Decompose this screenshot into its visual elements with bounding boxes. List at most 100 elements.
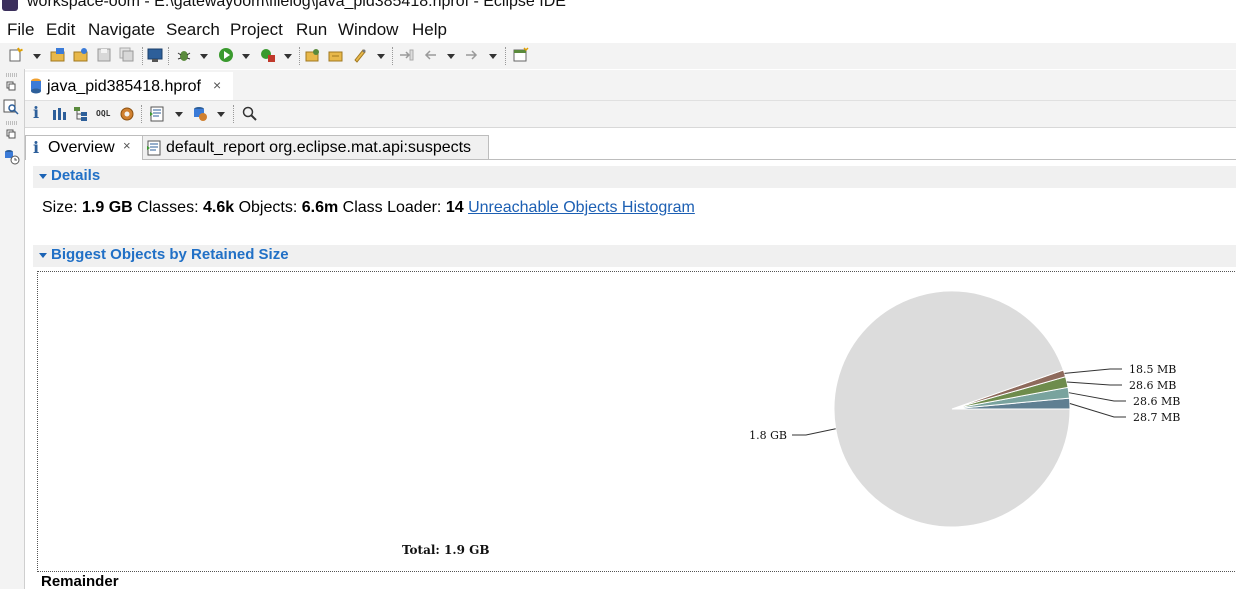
objects-label: Objects: bbox=[238, 199, 298, 216]
pie-leader-line bbox=[1068, 392, 1126, 402]
search-pen-icon[interactable] bbox=[352, 47, 368, 63]
info-icon: i bbox=[33, 138, 40, 157]
console-icon[interactable] bbox=[147, 47, 163, 63]
left-trim-stack bbox=[0, 69, 25, 589]
menu-window[interactable]: Window bbox=[338, 18, 398, 42]
classes-value: 4.6k bbox=[202, 199, 235, 216]
new-icon[interactable] bbox=[8, 47, 24, 63]
menu-project[interactable]: Project bbox=[230, 18, 283, 42]
save-icon[interactable] bbox=[96, 47, 112, 63]
inspector-view-icon[interactable] bbox=[3, 99, 19, 115]
close-tab-icon[interactable]: × bbox=[123, 138, 131, 153]
pie-slice[interactable] bbox=[833, 290, 1071, 528]
toolbar-separator bbox=[168, 47, 170, 65]
retained-size-pie-chart[interactable]: 28.7 MB 28.6 MB 28.6 MB 18.5 MB 1.8 GB Total:… bbox=[38, 272, 1236, 571]
report-icon bbox=[147, 140, 161, 156]
window-title: workspace-oom - E:\gatewayoom\filelog\ja… bbox=[27, 0, 566, 10]
editor-tab-bar: java_pid385418.hprof × bbox=[25, 70, 1236, 100]
back-arrow-icon[interactable] bbox=[422, 47, 438, 63]
pie-slice-label: 28.6 MB bbox=[1129, 379, 1176, 392]
dominator-tree-icon[interactable] bbox=[73, 106, 89, 122]
objects-value: 6.6m bbox=[301, 199, 339, 216]
oql-icon[interactable]: OQL bbox=[96, 109, 110, 118]
collapse-triangle-icon[interactable] bbox=[39, 174, 47, 179]
close-tab-icon[interactable]: × bbox=[213, 77, 221, 93]
restore-icon[interactable] bbox=[6, 129, 16, 139]
open-folder-icon[interactable] bbox=[50, 47, 66, 63]
save-all-icon[interactable] bbox=[119, 47, 135, 63]
pie-leader-line bbox=[1064, 368, 1122, 374]
forward-dropdown-icon[interactable] bbox=[489, 54, 497, 59]
class-loader-value: 14 bbox=[445, 199, 464, 216]
classes-label: Classes: bbox=[137, 199, 199, 216]
biggest-objects-section-header[interactable]: Biggest Objects by Retained Size bbox=[33, 245, 1236, 267]
open-perspective-icon[interactable] bbox=[513, 47, 529, 63]
editor-tab-label: java_pid385418.hprof bbox=[47, 78, 201, 95]
menu-help[interactable]: Help bbox=[412, 18, 447, 42]
reports-icon[interactable] bbox=[149, 106, 165, 122]
menu-navigate[interactable]: Navigate bbox=[88, 18, 155, 42]
pie-slice-label: 28.6 MB bbox=[1133, 395, 1180, 408]
tab-overview-label: Overview bbox=[48, 139, 115, 156]
tab-default-report[interactable]: default_report org.eclipse.mat.api:suspe… bbox=[142, 135, 489, 159]
debug-dropdown-icon[interactable] bbox=[200, 54, 208, 59]
menu-search[interactable]: Search bbox=[166, 18, 220, 42]
editor-content: i Overview × default_report org.eclipse.… bbox=[25, 127, 1236, 590]
query-browser-icon[interactable] bbox=[192, 106, 208, 122]
open-resource-icon[interactable] bbox=[328, 47, 344, 63]
trim-handle-icon[interactable] bbox=[6, 73, 18, 77]
tab-report-label: default_report org.eclipse.mat.api:suspe… bbox=[166, 139, 472, 156]
toolbar-separator bbox=[233, 105, 235, 123]
main-toolbar bbox=[0, 43, 1236, 69]
pie-leader-line bbox=[1069, 403, 1126, 418]
pie-slice-label: 28.7 MB bbox=[1133, 411, 1180, 424]
external-tools-dropdown-icon[interactable] bbox=[284, 54, 292, 59]
editor-tab-hprof[interactable]: java_pid385418.hprof × bbox=[25, 72, 233, 100]
run-icon[interactable] bbox=[218, 47, 234, 63]
mat-toolbar: i OQL bbox=[25, 100, 1236, 128]
search-dropdown-icon[interactable] bbox=[377, 54, 385, 59]
search-icon[interactable] bbox=[242, 106, 258, 122]
last-edit-location-icon[interactable] bbox=[398, 47, 414, 63]
toolbar-separator bbox=[392, 47, 394, 65]
details-summary: Size: 1.9 GB Classes: 4.6k Objects: 6.6m… bbox=[42, 199, 695, 217]
open-project-icon[interactable] bbox=[73, 47, 89, 63]
open-type-icon[interactable] bbox=[305, 47, 321, 63]
menu-run[interactable]: Run bbox=[296, 18, 327, 42]
query-browser-dropdown-icon[interactable] bbox=[217, 112, 225, 117]
debug-icon[interactable] bbox=[176, 47, 192, 63]
biggest-objects-heading: Biggest Objects by Retained Size bbox=[51, 246, 289, 263]
retained-size-chart-panel: 28.7 MB 28.6 MB 28.6 MB 18.5 MB 1.8 GB Total:… bbox=[37, 271, 1236, 572]
toolbar-separator bbox=[299, 47, 301, 65]
toolbar-separator bbox=[505, 47, 507, 65]
eclipse-app-icon bbox=[2, 0, 18, 11]
forward-arrow-icon[interactable] bbox=[464, 47, 480, 63]
toolbar-separator bbox=[142, 47, 144, 65]
menu-bar: File Edit Navigate Search Project Run Wi… bbox=[0, 18, 1236, 42]
heap-dump-history-icon[interactable] bbox=[3, 149, 21, 165]
info-icon[interactable]: i bbox=[33, 103, 39, 122]
histogram-icon[interactable] bbox=[51, 106, 67, 122]
details-section-header[interactable]: Details bbox=[33, 166, 1236, 188]
remainder-label: Remainder bbox=[41, 573, 119, 590]
run-dropdown-icon[interactable] bbox=[242, 54, 250, 59]
reports-dropdown-icon[interactable] bbox=[175, 112, 183, 117]
pie-total-label: Total: 1.9 GB bbox=[402, 543, 490, 557]
new-dropdown-icon[interactable] bbox=[33, 54, 41, 59]
heap-dump-icon bbox=[31, 78, 41, 94]
size-value: 1.9 GB bbox=[82, 199, 133, 216]
external-tools-icon[interactable] bbox=[260, 47, 276, 63]
pie-slice-label: 1.8 GB bbox=[749, 429, 787, 442]
thread-overview-icon[interactable] bbox=[119, 106, 135, 122]
trim-handle-icon[interactable] bbox=[6, 121, 18, 125]
menu-edit[interactable]: Edit bbox=[46, 18, 75, 42]
restore-icon[interactable] bbox=[6, 81, 16, 91]
details-heading: Details bbox=[51, 167, 101, 184]
unreachable-histogram-link[interactable]: Unreachable Objects Histogram bbox=[468, 199, 695, 216]
tab-overview[interactable]: i Overview × bbox=[25, 135, 143, 160]
menu-file[interactable]: File bbox=[7, 18, 34, 42]
collapse-triangle-icon[interactable] bbox=[39, 253, 47, 258]
class-loader-label: Class Loader: bbox=[342, 199, 442, 216]
back-dropdown-icon[interactable] bbox=[447, 54, 455, 59]
window-title-bar: workspace-oom - E:\gatewayoom\filelog\ja… bbox=[0, 0, 1236, 12]
